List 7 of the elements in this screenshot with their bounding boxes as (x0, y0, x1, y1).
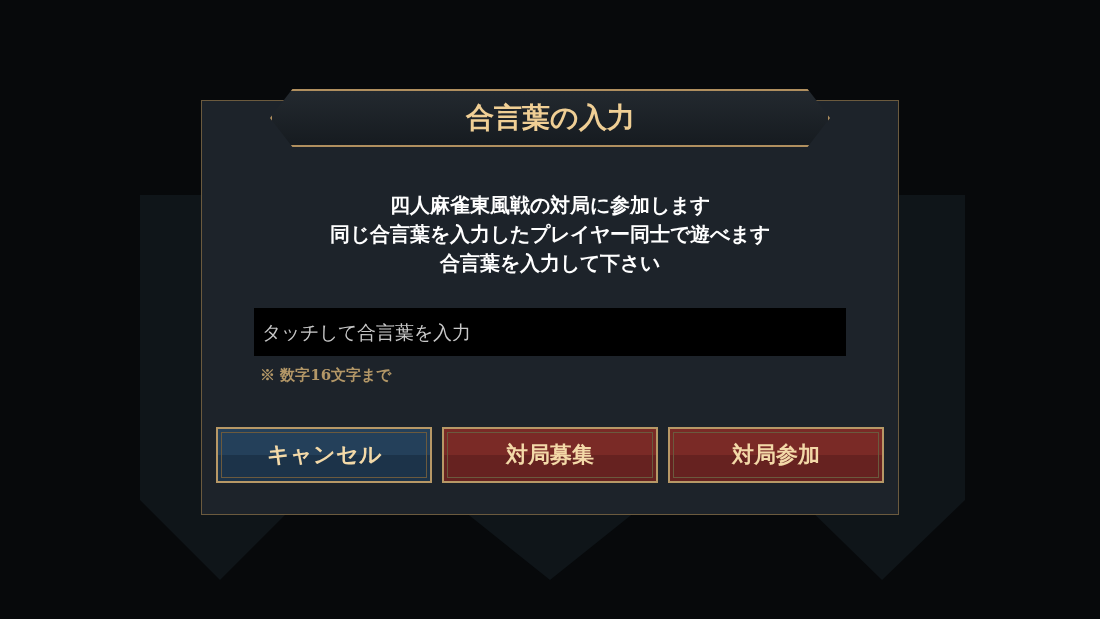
dialog-title: 合言葉の入力 (270, 89, 830, 147)
input-note: ※ 数字16文字まで (260, 366, 392, 385)
cancel-button[interactable]: キャンセル (216, 427, 432, 483)
password-input-field[interactable]: タッチして合言葉を入力 (254, 308, 846, 356)
confirm-button[interactable]: 対局募集 (442, 427, 658, 483)
dialog-message: 四人麻雀東風戦の対局に参加します 同じ合言葉を入力したプレイヤー同士で遊べます 合言葉を入力して下さい (330, 192, 770, 277)
confirm-button[interactable]: 対局参加 (668, 427, 884, 483)
